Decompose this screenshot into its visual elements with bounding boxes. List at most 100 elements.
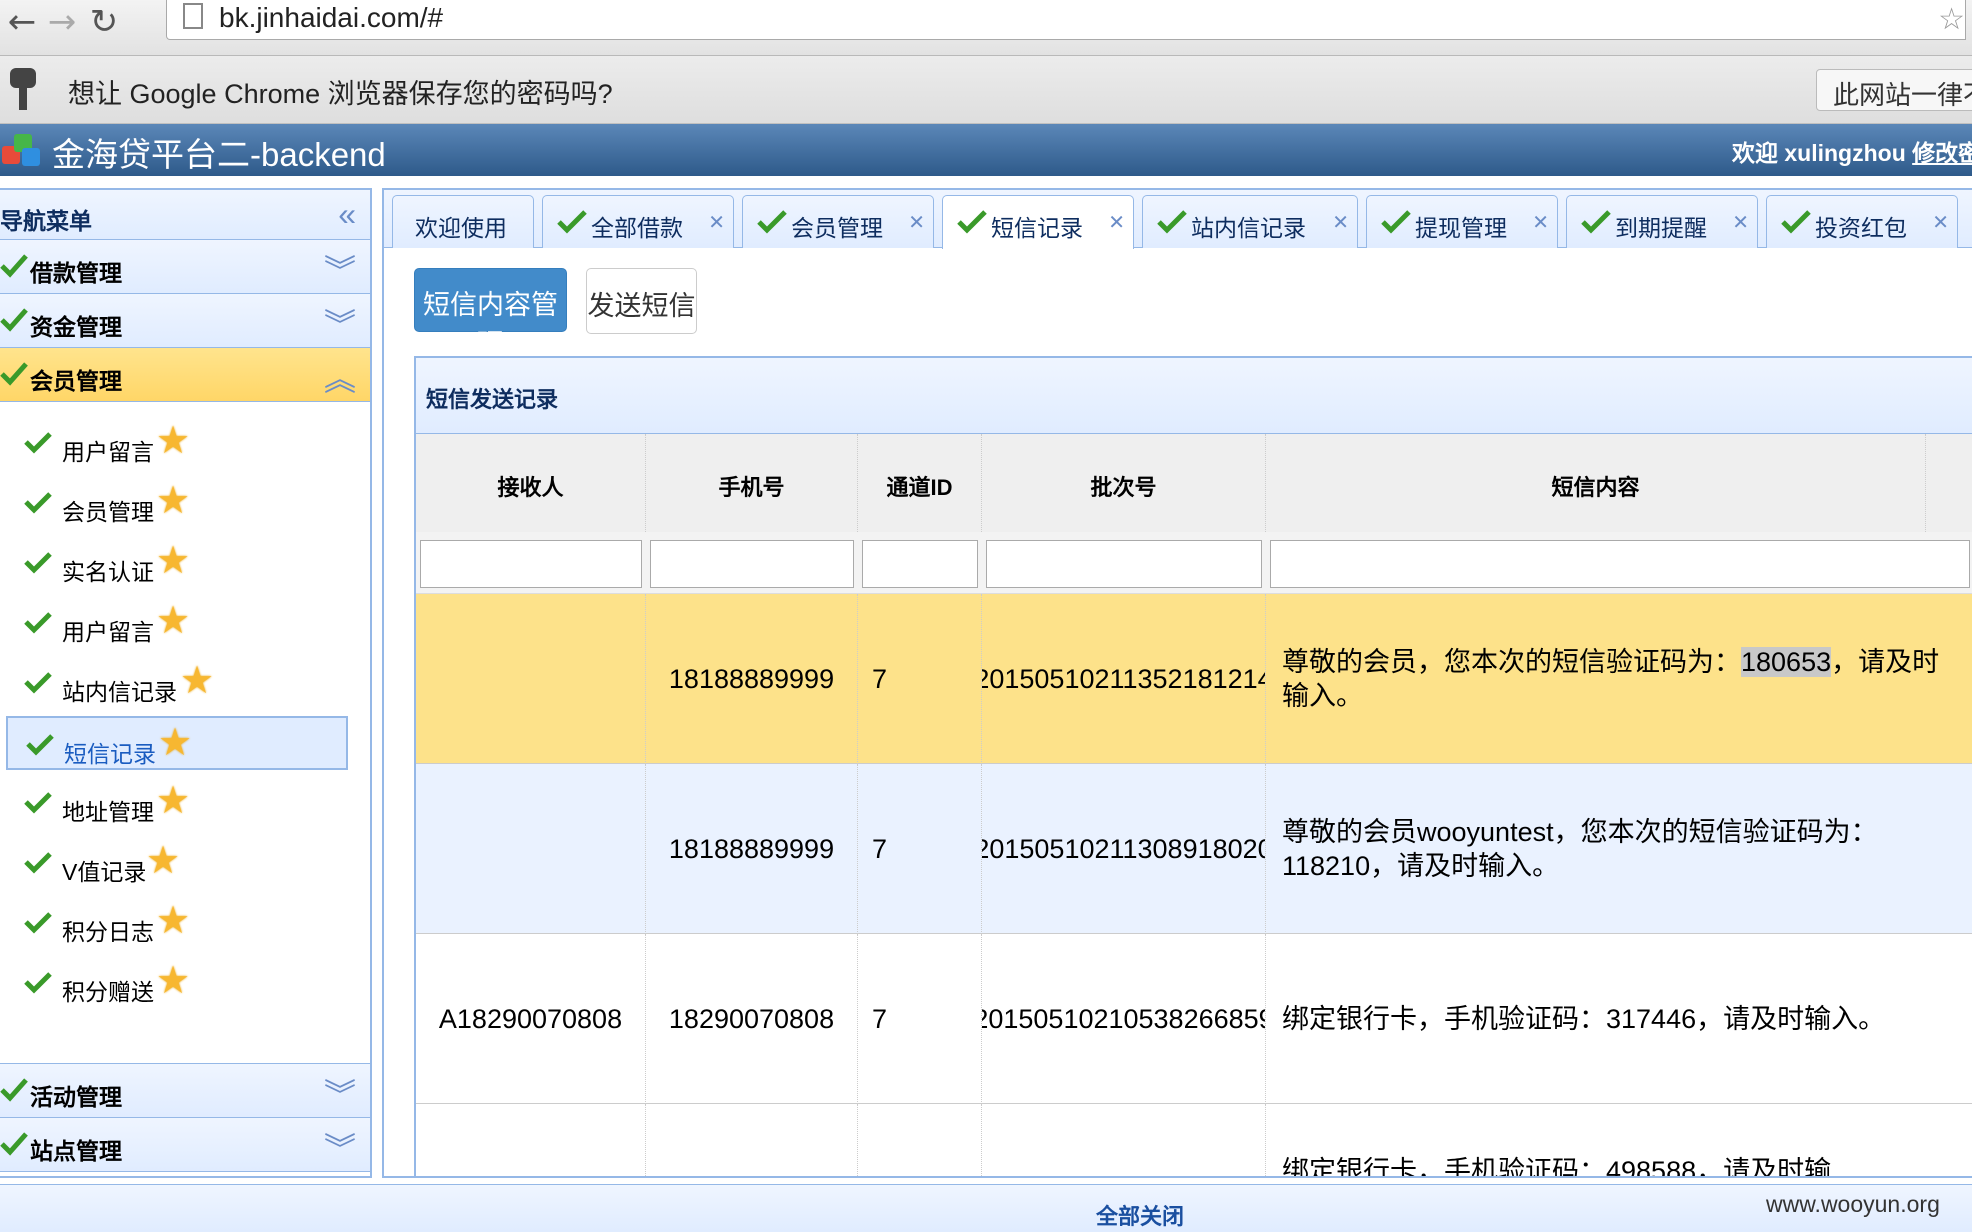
close-all-tabs-button[interactable]: 全部关闭 (1096, 1199, 1184, 1231)
check-icon (24, 430, 52, 454)
menu-item-real-name-auth[interactable]: 实名认证 ★ (6, 536, 348, 590)
expand-down-icon[interactable]: ︾ (324, 1070, 356, 1116)
close-icon[interactable]: ✕ (908, 210, 925, 235)
close-icon[interactable]: ✕ (1108, 210, 1125, 235)
batch-no-filter-input[interactable] (986, 540, 1262, 588)
column-header-sms-content[interactable]: 短信内容 (1266, 434, 1926, 532)
accordion-member-management[interactable]: 会员管理 ︽ (0, 348, 370, 402)
expand-down-icon[interactable]: ︾ (324, 246, 356, 292)
accordion-fund-management[interactable]: 资金管理 ︾ (0, 294, 370, 348)
tab-due-reminders[interactable]: 到期提醒 ✕ (1566, 195, 1758, 248)
sms-content-management-button[interactable]: 短信内容管理 (414, 268, 567, 359)
column-header-batch-no[interactable]: 批次号 (982, 434, 1266, 532)
change-password-link[interactable]: 修改密 (1912, 140, 1972, 166)
tab-welcome[interactable]: 欢迎使用 (392, 195, 534, 248)
forward-arrow-icon[interactable]: → (40, 4, 84, 42)
check-icon (24, 910, 52, 934)
collapse-left-icon[interactable]: « (338, 196, 356, 233)
accordion-activity-management[interactable]: 活动管理 ︾ (0, 1064, 370, 1118)
menu-item-label: 短信记录 (64, 741, 156, 767)
expand-down-icon[interactable]: ︾ (324, 300, 356, 346)
sms-content-text: 尊敬的会员，您本次的短信验证码为：180653，请及时输入。 (1282, 645, 1961, 713)
accordion-site-management[interactable]: 站点管理 ︾ (0, 1118, 370, 1172)
menu-item-user-messages-2[interactable]: 用户留言 ★ (6, 596, 348, 650)
menu-item-sms-records[interactable]: 短信记录 ★ (6, 716, 348, 770)
tab-all-loans[interactable]: 全部借款 ✕ (542, 195, 734, 248)
table-row[interactable]: 绑定银行卡，手机验证码：498588，请及时输 (416, 1104, 1972, 1176)
menu-item-label: 会员管理 (62, 499, 154, 525)
expand-down-icon[interactable]: ︾ (324, 1124, 356, 1170)
accordion-title: 资金管理 (30, 314, 122, 340)
table-row[interactable]: 18188889999 7 20150510211352181214 尊敬的会员… (416, 594, 1972, 764)
check-icon (0, 306, 28, 332)
accordion-loan-management[interactable]: 借款管理 ︾ (0, 240, 370, 294)
sms-content-cell: 尊敬的会员wooyuntest，您本次的短信验证码为：118210，请及时输入。 (1266, 764, 1972, 934)
channel-id-cell: 7 (858, 764, 982, 934)
sms-records-grid: 短信发送记录 接收人 手机号 通道ID 批次号 短信内容 18188889999… (414, 356, 1972, 1178)
column-header-receiver[interactable]: 接收人 (416, 434, 646, 532)
tab-sms-records[interactable]: 短信记录 ✕ (942, 195, 1134, 249)
tab-site-messages[interactable]: 站内信记录 ✕ (1142, 195, 1358, 248)
tab-label: 全部借款 (591, 215, 683, 241)
check-icon (1381, 208, 1411, 234)
close-icon[interactable]: ✕ (1332, 210, 1349, 235)
page-icon (183, 3, 203, 29)
menu-item-label: 地址管理 (62, 799, 154, 825)
save-password-infobar: 想让 Google Chrome 浏览器保存您的密码吗? 此网站一律不 (0, 56, 1972, 124)
address-bar[interactable]: bk.jinhaidai.com/# ☆ (166, 0, 1966, 40)
check-icon (1781, 208, 1811, 234)
receiver-filter-input[interactable] (420, 540, 642, 588)
menu-item-site-messages[interactable]: 站内信记录 ★ (6, 656, 348, 710)
column-header-row: 接收人 手机号 通道ID 批次号 短信内容 (416, 434, 1972, 532)
back-arrow-icon[interactable]: ← (0, 4, 44, 42)
selected-verification-code: 180653 (1741, 647, 1832, 677)
menu-item-address-management[interactable]: 地址管理 ★ (6, 776, 348, 830)
column-header-channel-id[interactable]: 通道ID (858, 434, 982, 532)
url-text: bk.jinhaidai.com/# (219, 2, 444, 33)
reload-icon[interactable]: ↻ (82, 4, 126, 42)
phone-filter-input[interactable] (650, 540, 854, 588)
tab-member-management[interactable]: 会员管理 ✕ (742, 195, 934, 248)
phone-cell (646, 1104, 858, 1176)
batch-no-cell (982, 1104, 1266, 1176)
menu-item-member-management[interactable]: 会员管理 ★ (6, 476, 348, 530)
table-row[interactable]: A18290070808 18290070808 7 2015051021053… (416, 934, 1972, 1104)
menu-item-label: 积分日志 (62, 919, 154, 945)
check-icon (957, 208, 987, 234)
bookmark-star-icon[interactable]: ☆ (1938, 2, 1965, 37)
check-icon (1581, 208, 1611, 234)
close-icon[interactable]: ✕ (1932, 210, 1949, 235)
tab-withdrawal-management[interactable]: 提现管理 ✕ (1366, 195, 1558, 248)
send-sms-button[interactable]: 发送短信 (586, 268, 697, 334)
save-password-message: 想让 Google Chrome 浏览器保存您的密码吗? (68, 79, 613, 109)
menu-item-label: V值记录 (62, 859, 147, 885)
star-icon: ★ (156, 958, 191, 1002)
star-icon: ★ (146, 838, 181, 882)
receiver-cell: A18290070808 (416, 934, 646, 1104)
never-save-button[interactable]: 此网站一律不 (1816, 69, 1972, 111)
check-icon (24, 490, 52, 514)
close-icon[interactable]: ✕ (1532, 210, 1549, 235)
tab-label: 短信记录 (991, 215, 1083, 241)
channel-id-cell: 7 (858, 934, 982, 1104)
column-header-phone[interactable]: 手机号 (646, 434, 858, 532)
main-panel: 欢迎使用 全部借款 ✕ 会员管理 ✕ 短信记录 ✕ 站内信记录 ✕ 提现管理 ✕… (382, 188, 1972, 1178)
collapse-up-icon[interactable]: ︽ (324, 354, 356, 400)
menu-item-points-gift[interactable]: 积分赠送 ★ (6, 956, 348, 1010)
tab-investment-bonus[interactable]: 投资红包 ✕ (1766, 195, 1958, 248)
channel-id-cell: 7 (858, 594, 982, 764)
menu-item-user-messages[interactable]: 用户留言 ★ (6, 416, 348, 470)
star-icon: ★ (158, 720, 193, 764)
channel-id-filter-input[interactable] (862, 540, 978, 588)
menu-item-v-value-records[interactable]: V值记录 ★ (6, 836, 348, 890)
tab-bar: 欢迎使用 全部借款 ✕ 会员管理 ✕ 短信记录 ✕ 站内信记录 ✕ 提现管理 ✕… (384, 190, 1972, 249)
close-icon[interactable]: ✕ (708, 210, 725, 235)
accordion-title: 借款管理 (30, 260, 122, 286)
sms-content-cell: 绑定银行卡，手机验证码：317446，请及时输入。 (1266, 934, 1972, 1104)
receiver-cell (416, 764, 646, 934)
sms-content-filter-input[interactable] (1270, 540, 1970, 588)
menu-item-points-log[interactable]: 积分日志 ★ (6, 896, 348, 950)
close-icon[interactable]: ✕ (1732, 210, 1749, 235)
table-row[interactable]: 18188889999 7 20150510211308918020 尊敬的会员… (416, 764, 1972, 934)
phone-cell: 18290070808 (646, 934, 858, 1104)
